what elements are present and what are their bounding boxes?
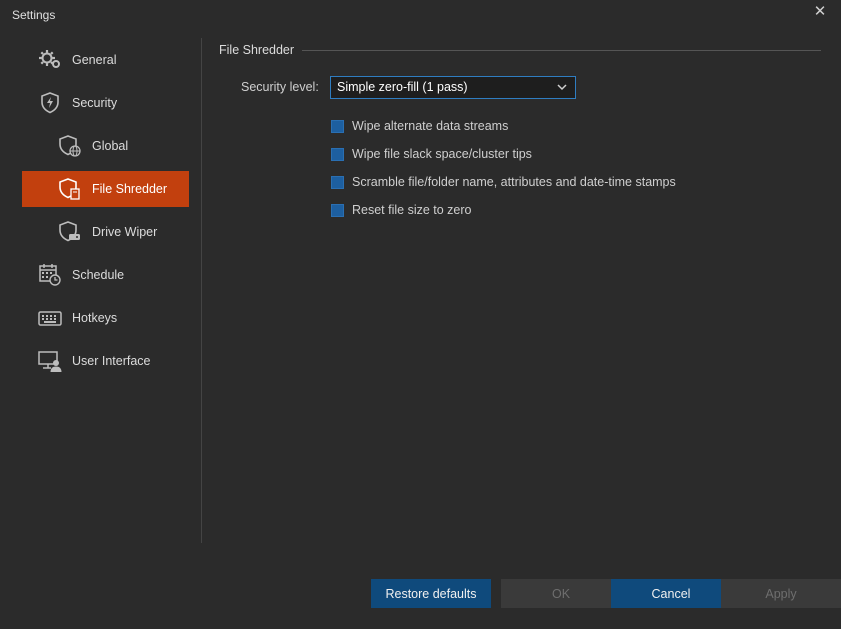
close-icon[interactable]: ✕ bbox=[809, 3, 831, 21]
sidebar-item-general[interactable]: General bbox=[22, 42, 189, 78]
section-title: File Shredder bbox=[219, 43, 295, 57]
window-title: Settings bbox=[12, 8, 56, 22]
shield-globe-icon bbox=[58, 134, 82, 158]
sidebar-item-file-shredder[interactable]: File Shredder bbox=[22, 171, 189, 207]
sidebar-item-label: File Shredder bbox=[92, 182, 168, 196]
calendar-clock-icon bbox=[38, 263, 62, 287]
security-level-value: Simple zero-fill (1 pass) bbox=[337, 80, 468, 94]
option-label: Scramble file/folder name, attributes an… bbox=[352, 175, 676, 189]
gears-icon bbox=[38, 48, 62, 72]
restore-defaults-button[interactable]: Restore defaults bbox=[371, 579, 491, 608]
checkbox[interactable] bbox=[331, 147, 344, 161]
option-label: Wipe file slack space/cluster tips bbox=[352, 147, 532, 161]
title-bar: Settings ✕ bbox=[0, 0, 841, 30]
sidebar-item-schedule[interactable]: Schedule bbox=[22, 257, 189, 293]
option-wipe-slack[interactable]: Wipe file slack space/cluster tips bbox=[331, 147, 532, 161]
sidebar-item-hotkeys[interactable]: Hotkeys bbox=[22, 300, 189, 336]
option-reset-size[interactable]: Reset file size to zero bbox=[331, 203, 472, 217]
sidebar-item-drive-wiper[interactable]: Drive Wiper bbox=[22, 214, 189, 250]
cancel-button[interactable]: Cancel bbox=[611, 579, 731, 608]
sidebar-item-label: Schedule bbox=[72, 268, 125, 282]
sidebar-item-label: Drive Wiper bbox=[92, 225, 158, 239]
chevron-down-icon bbox=[557, 77, 567, 105]
sidebar-item-label: General bbox=[72, 53, 117, 67]
sidebar-item-label: Global bbox=[92, 139, 129, 153]
option-scramble[interactable]: Scramble file/folder name, attributes an… bbox=[331, 175, 676, 189]
sidebar-item-security[interactable]: Security bbox=[22, 85, 189, 121]
security-level-select[interactable]: Simple zero-fill (1 pass) bbox=[330, 76, 576, 99]
checkbox[interactable] bbox=[331, 175, 344, 189]
sidebar-item-label: Hotkeys bbox=[72, 311, 118, 325]
checkbox[interactable] bbox=[331, 203, 344, 217]
sidebar-item-label: Security bbox=[72, 96, 118, 110]
sidebar-item-label: User Interface bbox=[72, 354, 151, 368]
apply-button[interactable]: Apply bbox=[721, 579, 841, 608]
checkbox[interactable] bbox=[331, 119, 344, 133]
ok-button[interactable]: OK bbox=[501, 579, 621, 608]
security-level-label: Security level: bbox=[241, 80, 319, 94]
shield-drive-icon bbox=[58, 220, 82, 244]
option-label: Reset file size to zero bbox=[352, 203, 472, 217]
shield-bolt-icon bbox=[38, 91, 62, 115]
sidebar-item-user-interface[interactable]: User Interface bbox=[22, 343, 189, 379]
shield-file-icon bbox=[58, 177, 82, 201]
keyboard-icon bbox=[38, 306, 62, 330]
monitor-user-icon bbox=[38, 349, 62, 373]
sidebar-item-global[interactable]: Global bbox=[22, 128, 189, 164]
option-wipe-ads[interactable]: Wipe alternate data streams bbox=[331, 119, 508, 133]
sidebar-divider bbox=[201, 38, 202, 543]
option-label: Wipe alternate data streams bbox=[352, 119, 509, 133]
section-divider bbox=[302, 50, 821, 51]
